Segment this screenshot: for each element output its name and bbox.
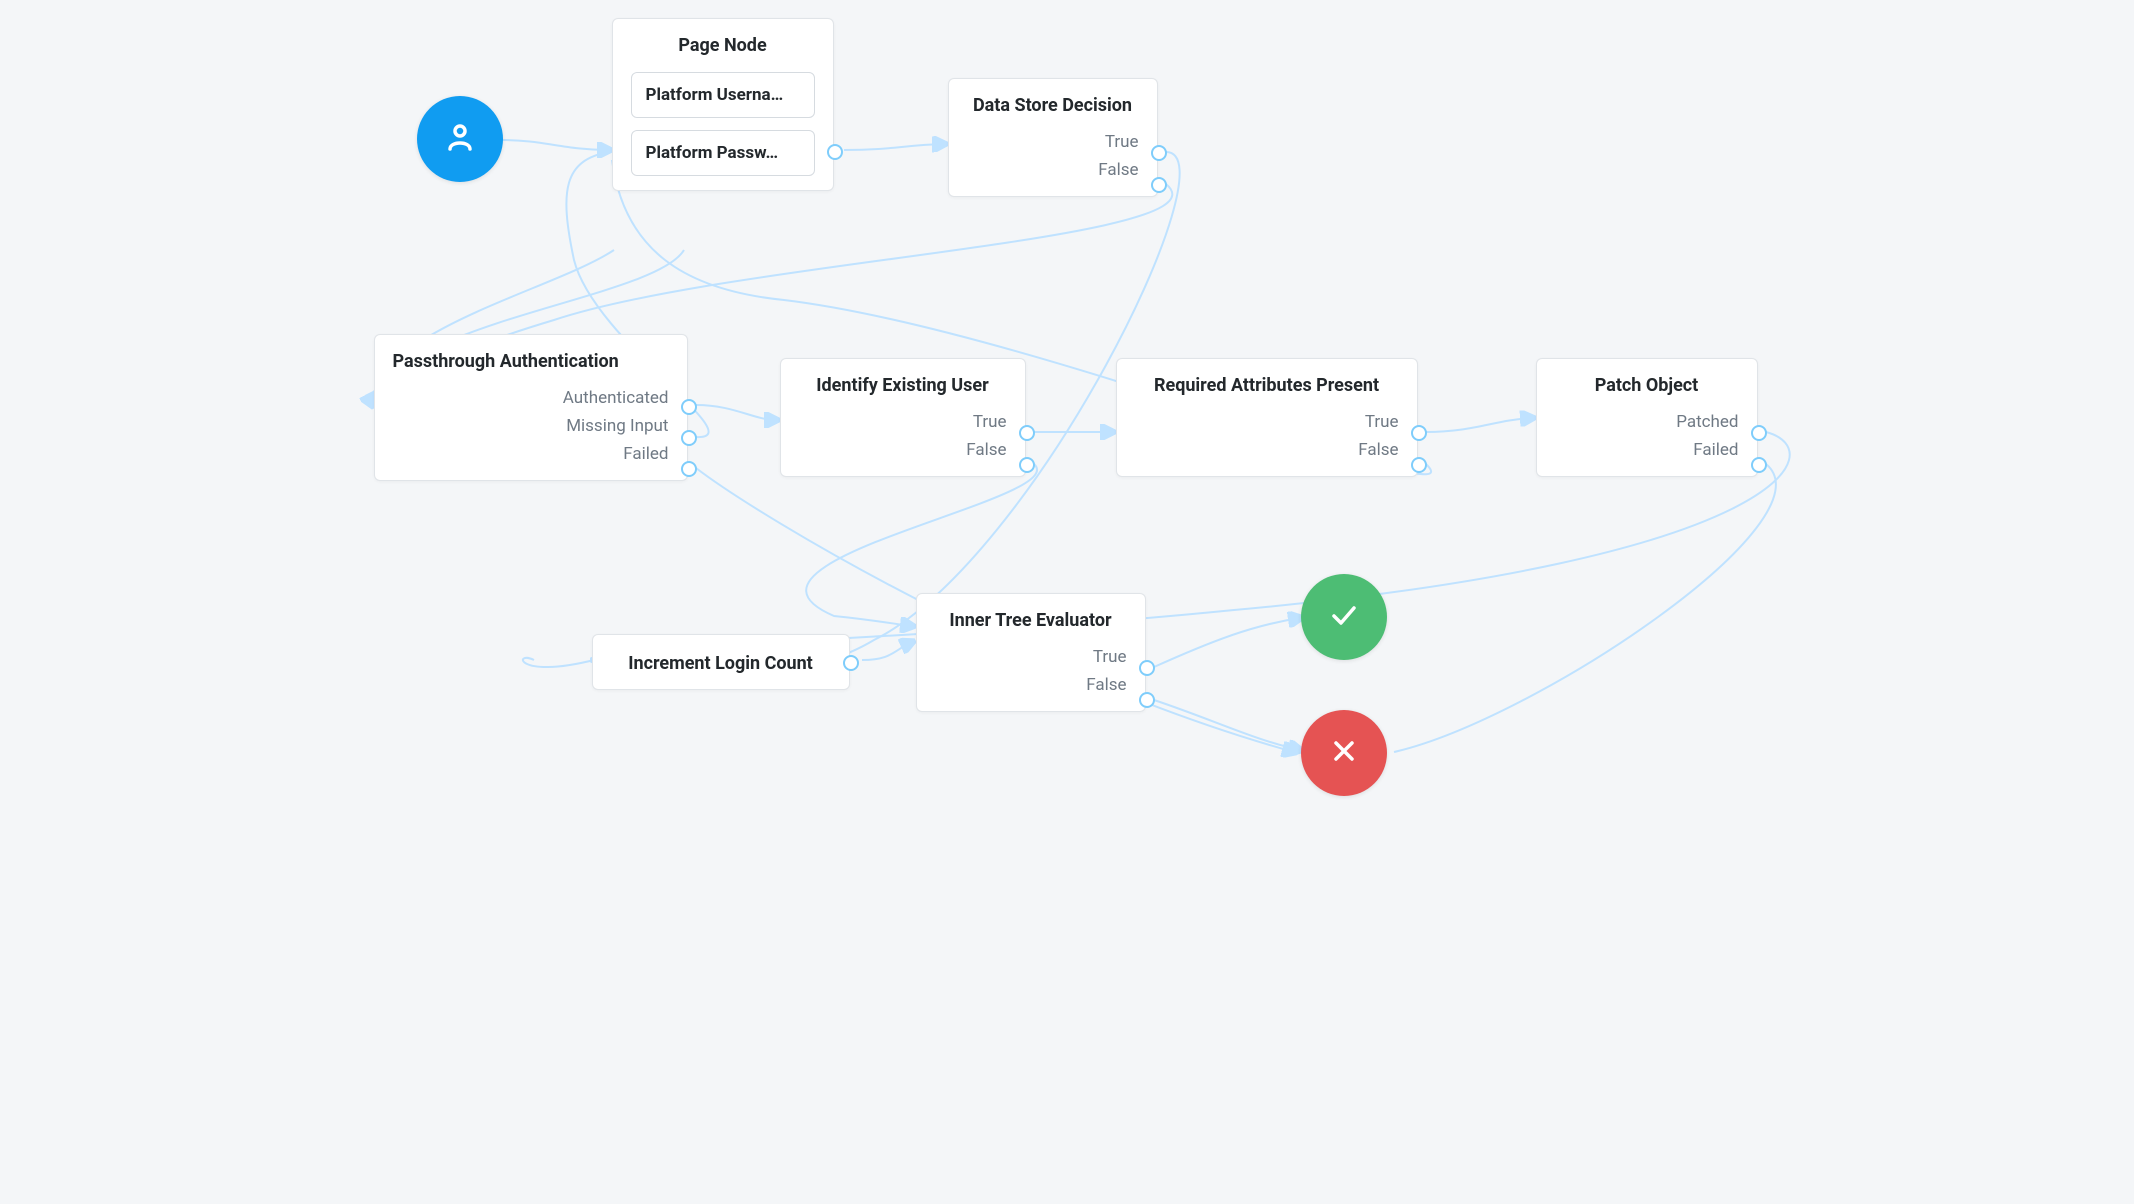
node-passthrough-authentication[interactable]: Passthrough Authentication Authenticated… [374, 334, 688, 481]
output-port-missing-input[interactable] [681, 430, 697, 446]
output-port-true[interactable] [1139, 660, 1155, 676]
node-increment-login-count[interactable]: Increment Login Count [592, 634, 850, 690]
output-port-failed[interactable] [1751, 457, 1767, 473]
node-title: Increment Login Count [628, 653, 813, 674]
output-port-false[interactable] [1139, 692, 1155, 708]
node-required-attributes-present[interactable]: Required Attributes Present True False [1116, 358, 1418, 477]
outcome-label: True [967, 130, 1139, 154]
close-icon [1326, 733, 1362, 773]
node-title: Identify Existing User [799, 375, 1007, 396]
output-port-true[interactable] [1411, 425, 1427, 441]
sub-item-platform-username[interactable]: Platform Userna… [631, 72, 815, 118]
outcome-label: Failed [393, 442, 669, 466]
outcome-label: True [935, 645, 1127, 669]
output-port-authenticated[interactable] [681, 399, 697, 415]
node-patch-object[interactable]: Patch Object Patched Failed [1536, 358, 1758, 477]
output-port-patched[interactable] [1751, 425, 1767, 441]
outcome-label: Authenticated [393, 386, 669, 410]
output-port-false[interactable] [1151, 177, 1167, 193]
output-port-failed[interactable] [681, 461, 697, 477]
outcome-label: True [1135, 410, 1399, 434]
node-page-node[interactable]: Page Node Platform Userna… Platform Pass… [612, 18, 834, 191]
output-port-false[interactable] [1019, 457, 1035, 473]
failure-node[interactable] [1301, 710, 1387, 796]
outcome-label: Failed [1555, 438, 1739, 462]
node-inner-tree-evaluator[interactable]: Inner Tree Evaluator True False [916, 593, 1146, 712]
output-port-false[interactable] [1411, 457, 1427, 473]
outcome-label: False [1135, 438, 1399, 462]
outcome-label: Missing Input [393, 414, 669, 438]
success-node[interactable] [1301, 574, 1387, 660]
start-node[interactable] [417, 96, 503, 182]
node-data-store-decision[interactable]: Data Store Decision True False [948, 78, 1158, 197]
user-icon [442, 119, 478, 159]
output-port-true[interactable] [1151, 145, 1167, 161]
node-title: Required Attributes Present [1135, 375, 1399, 396]
output-port[interactable] [843, 655, 859, 671]
node-title: Data Store Decision [967, 95, 1139, 116]
node-title: Patch Object [1555, 375, 1739, 396]
node-identify-existing-user[interactable]: Identify Existing User True False [780, 358, 1026, 477]
node-title: Page Node [631, 35, 815, 56]
sub-item-platform-password[interactable]: Platform Passw… [631, 130, 815, 176]
outcome-label: True [799, 410, 1007, 434]
node-title: Passthrough Authentication [393, 351, 669, 372]
outcome-label: False [799, 438, 1007, 462]
node-title: Inner Tree Evaluator [935, 610, 1127, 631]
outcome-label: False [967, 158, 1139, 182]
output-port[interactable] [827, 144, 843, 160]
output-port-true[interactable] [1019, 425, 1035, 441]
check-icon [1326, 597, 1362, 637]
outcome-label: Patched [1555, 410, 1739, 434]
outcome-label: False [935, 673, 1127, 697]
